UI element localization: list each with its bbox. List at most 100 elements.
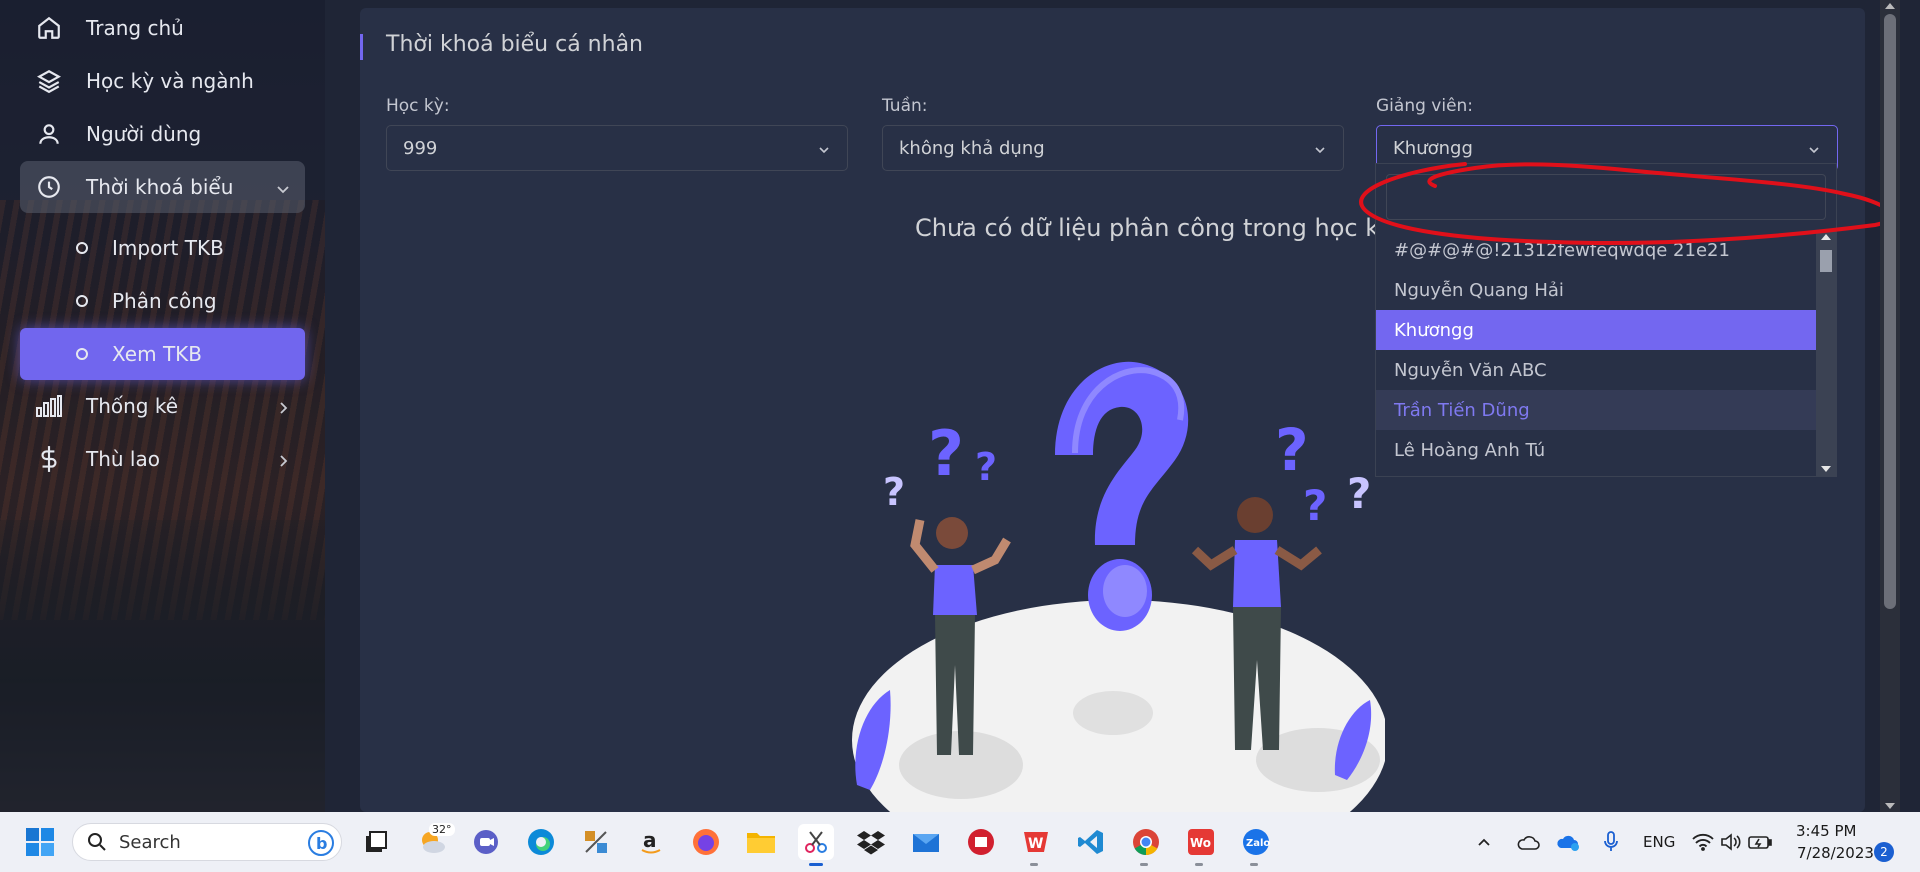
semester-label: Học kỳ: bbox=[386, 96, 450, 116]
chevron-right-icon bbox=[275, 397, 293, 415]
sidebar-item-home[interactable]: Trang chủ bbox=[20, 2, 305, 54]
layers-icon bbox=[34, 66, 64, 96]
lecturer-option-hovered[interactable]: Trần Tiến Dũng bbox=[1376, 390, 1816, 430]
sidebar-item-label: Thời khoá biểu bbox=[86, 175, 234, 199]
week-value: không khả dụng bbox=[899, 137, 1045, 159]
scrollbar-thumb[interactable] bbox=[1884, 14, 1896, 609]
title-accent-bar bbox=[360, 34, 363, 60]
home-icon bbox=[34, 13, 64, 43]
sidebar-subitem-import[interactable]: Import TKB bbox=[20, 222, 305, 274]
circle-icon bbox=[76, 242, 88, 254]
scroll-up-icon[interactable] bbox=[1885, 3, 1895, 9]
svg-text:a: a bbox=[643, 828, 657, 852]
sidebar-item-label: Thống kê bbox=[86, 394, 179, 418]
vscode-icon[interactable] bbox=[1073, 824, 1109, 860]
svg-text:?: ? bbox=[928, 417, 964, 490]
mail-icon[interactable] bbox=[908, 824, 944, 860]
wps-writer-icon[interactable]: Wo bbox=[1183, 824, 1219, 860]
clock-date[interactable]: 7/28/2023 bbox=[1797, 844, 1874, 862]
scroll-down-icon[interactable] bbox=[1821, 466, 1831, 472]
svg-text:Zalo: Zalo bbox=[1246, 838, 1270, 849]
chrome-icon[interactable] bbox=[1128, 824, 1164, 860]
svg-text:?: ? bbox=[1303, 481, 1327, 530]
semester-value: 999 bbox=[403, 137, 438, 159]
dropdown-scrollbar[interactable] bbox=[1816, 230, 1836, 476]
snipping-tool-icon[interactable] bbox=[798, 824, 834, 860]
bar-chart-icon bbox=[34, 391, 64, 421]
svg-text:Wo: Wo bbox=[1190, 836, 1211, 850]
wifi-icon[interactable] bbox=[1690, 824, 1716, 860]
chevron-down-icon bbox=[275, 178, 293, 196]
wps-office-icon[interactable]: W bbox=[1018, 824, 1054, 860]
circle-icon bbox=[76, 348, 88, 360]
taskbar-search[interactable]: Search b bbox=[72, 823, 342, 861]
sidebar-subitem-label: Xem TKB bbox=[112, 342, 202, 366]
sidebar-subitem-label: Import TKB bbox=[112, 236, 224, 260]
volume-icon[interactable] bbox=[1718, 824, 1744, 860]
onedrive-sync-icon[interactable] bbox=[1553, 824, 1583, 860]
main-content: Thời khoá biểu cá nhân Học kỳ: 999 Tuần:… bbox=[325, 0, 1900, 812]
lecturer-option[interactable]: Nguyễn Quang Hải bbox=[1376, 270, 1816, 310]
user-icon bbox=[34, 119, 64, 149]
svg-text:?: ? bbox=[1275, 416, 1309, 484]
sidebar-item-label: Học kỳ và ngành bbox=[86, 69, 254, 93]
sidebar-item-label: Thù lao bbox=[86, 447, 160, 471]
cloud-icon[interactable] bbox=[1513, 824, 1543, 860]
dropbox-icon[interactable] bbox=[853, 824, 889, 860]
svg-text:W: W bbox=[1028, 836, 1043, 852]
clock-icon bbox=[34, 172, 64, 202]
circle-icon bbox=[76, 295, 88, 307]
page-title: Thời khoá biểu cá nhân bbox=[386, 32, 643, 57]
sidebar-item-semesters[interactable]: Học kỳ và ngành bbox=[20, 55, 305, 107]
chevron-right-icon bbox=[275, 450, 293, 468]
teams-chat-icon[interactable] bbox=[468, 824, 504, 860]
windows-start-icon[interactable] bbox=[22, 824, 58, 860]
lecturer-option[interactable]: Nguyễn Văn ABC bbox=[1376, 350, 1816, 390]
edge-browser-icon[interactable] bbox=[523, 824, 559, 860]
empty-state-message: Chưa có dữ liệu phân công trong học kỳ bbox=[915, 214, 1394, 242]
sidebar: Trang chủ Học kỳ và ngành Người dùng Thờ… bbox=[0, 0, 325, 812]
sidebar-item-statistics[interactable]: Thống kê bbox=[20, 380, 305, 432]
sidebar-subitem-label: Phân công bbox=[112, 289, 217, 313]
red-app-icon[interactable] bbox=[963, 824, 999, 860]
lecturer-options-list: #@#@#@!21312fewfeqwdqe 21e21 Nguyễn Quan… bbox=[1376, 230, 1816, 470]
svg-text:?: ? bbox=[883, 470, 905, 514]
search-icon bbox=[87, 832, 107, 852]
task-view-icon[interactable] bbox=[358, 824, 394, 860]
sidebar-subitem-view[interactable]: Xem TKB bbox=[20, 328, 305, 380]
week-label: Tuần: bbox=[882, 96, 928, 116]
no-data-illustration: ? ? ? ? ? ? bbox=[852, 361, 1385, 812]
dollar-icon bbox=[34, 444, 64, 474]
lecturer-option[interactable]: Lê Hoàng Anh Tú bbox=[1376, 430, 1816, 470]
lecturer-label: Giảng viên: bbox=[1376, 96, 1474, 116]
sidebar-item-label: Người dùng bbox=[86, 122, 202, 146]
app-tool-icon[interactable] bbox=[578, 824, 614, 860]
svg-text:?: ? bbox=[975, 445, 997, 489]
notification-badge[interactable]: 2 bbox=[1874, 842, 1894, 862]
firefox-icon[interactable] bbox=[688, 824, 724, 860]
clock-time[interactable]: 3:45 PM bbox=[1796, 822, 1856, 840]
scroll-down-icon[interactable] bbox=[1885, 803, 1895, 809]
sidebar-subitem-assign[interactable]: Phân công bbox=[20, 275, 305, 327]
page-scrollbar[interactable] bbox=[1880, 0, 1900, 812]
sidebar-item-compensation[interactable]: Thù lao bbox=[20, 433, 305, 485]
microphone-icon[interactable] bbox=[1596, 824, 1626, 860]
week-select[interactable]: không khả dụng bbox=[882, 125, 1344, 171]
sidebar-item-users[interactable]: Người dùng bbox=[20, 108, 305, 160]
battery-icon[interactable] bbox=[1746, 824, 1774, 860]
language-indicator[interactable]: ENG bbox=[1643, 833, 1675, 851]
search-label: Search bbox=[119, 831, 181, 853]
red-circle-annotation bbox=[1359, 162, 1894, 246]
svg-text:?: ? bbox=[1347, 469, 1371, 518]
amazon-icon[interactable]: a bbox=[633, 824, 669, 860]
chevron-down-icon bbox=[817, 141, 831, 155]
windows-taskbar: Search b 32° a W Wo Zalo ENG 3:45 PM 7/2… bbox=[0, 812, 1920, 872]
semester-select[interactable]: 999 bbox=[386, 125, 848, 171]
sidebar-item-timetable[interactable]: Thời khoá biểu bbox=[20, 161, 305, 213]
chevron-up-icon[interactable] bbox=[1472, 824, 1496, 860]
lecturer-option-selected[interactable]: Khươngg bbox=[1376, 310, 1816, 350]
weather-temperature: 32° bbox=[429, 823, 455, 836]
bing-icon: b bbox=[307, 829, 335, 857]
zalo-icon[interactable]: Zalo bbox=[1238, 824, 1274, 860]
file-explorer-icon[interactable] bbox=[743, 824, 779, 860]
